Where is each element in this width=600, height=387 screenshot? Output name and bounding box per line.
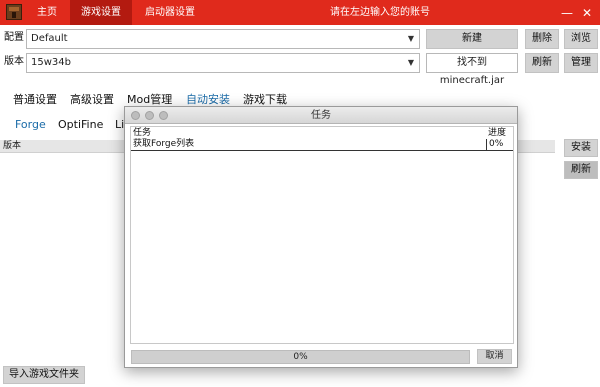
version-status-field: 找不到minecraft.jar (426, 53, 518, 86)
overall-progress-text: 0% (293, 352, 308, 362)
install-button[interactable]: 安装 (564, 139, 598, 157)
refresh-version-button[interactable]: 刷新 (525, 53, 559, 73)
window-minimize-dot-icon[interactable] (145, 111, 154, 120)
chevron-down-icon: ▼ (407, 58, 414, 67)
chevron-down-icon: ▼ (407, 34, 414, 43)
import-game-folder-button[interactable]: 导入游戏文件夹 (3, 366, 85, 384)
manage-button[interactable]: 管理 (564, 53, 598, 73)
version-column-header: 版本 (3, 141, 22, 151)
progress-column-header: 进度 (488, 128, 507, 138)
nav-tab-home[interactable]: 主页 (27, 0, 67, 25)
version-value: 15w34b (31, 57, 71, 68)
task-table: 任务 进度 获取Forge列表 0% (130, 126, 514, 344)
table-row[interactable]: 获取Forge列表 0% (131, 139, 513, 151)
window-zoom-dot-icon[interactable] (159, 111, 168, 120)
task-dialog: 任务 任务 进度 获取Forge列表 0% 0% 取消 (124, 106, 518, 368)
nav-tab-launcher-settings[interactable]: 启动器设置 (136, 0, 204, 25)
new-config-button[interactable]: 新建 (426, 29, 518, 49)
subtab-forge[interactable]: Forge (15, 118, 46, 131)
delete-config-button[interactable]: 删除 (525, 29, 559, 49)
tab-basic-settings[interactable]: 普通设置 (13, 91, 57, 107)
minimize-icon[interactable]: — (560, 6, 574, 20)
tab-advanced-settings[interactable]: 高级设置 (70, 91, 114, 107)
task-progress: 0% (489, 139, 504, 149)
tab-auto-install[interactable]: 自动安装 (186, 91, 230, 107)
version-label: 版本 (4, 56, 24, 67)
refresh-list-button[interactable]: 刷新 (564, 161, 598, 179)
window-close-dot-icon[interactable] (131, 111, 140, 120)
cancel-button[interactable]: 取消 (477, 349, 512, 364)
overall-progress-bar: 0% (131, 350, 470, 364)
account-prompt: 请在左边输入您的账号 (330, 7, 430, 18)
dialog-title: 任务 (311, 110, 331, 121)
config-value: Default (31, 33, 68, 44)
version-select[interactable]: 15w34b ▼ (26, 53, 420, 73)
subtab-optifine[interactable]: OptiFine (58, 118, 103, 131)
tab-mod-management[interactable]: Mod管理 (127, 91, 172, 107)
close-icon[interactable]: ✕ (580, 6, 594, 20)
tab-game-download[interactable]: 游戏下载 (243, 91, 287, 107)
config-select[interactable]: Default ▼ (26, 29, 420, 49)
nav-tab-game-settings[interactable]: 游戏设置 (70, 0, 132, 25)
column-divider (486, 139, 487, 151)
config-label: 配置 (4, 32, 24, 43)
launcher-logo-icon (6, 4, 22, 20)
task-name: 获取Forge列表 (133, 139, 195, 149)
browse-button[interactable]: 浏览 (564, 29, 598, 49)
task-column-header: 任务 (133, 128, 152, 138)
subtab-liteloader[interactable]: Li (115, 118, 124, 131)
